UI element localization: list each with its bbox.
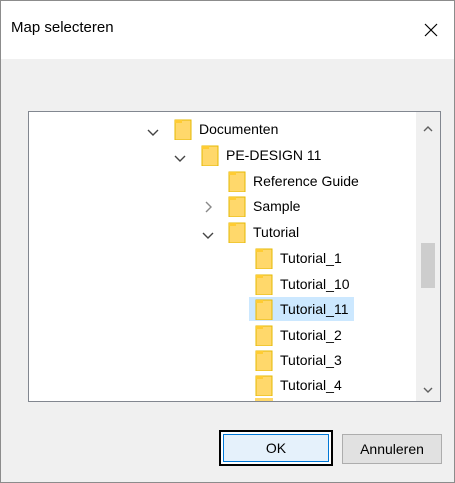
tree-node-label: Sample bbox=[253, 198, 301, 214]
cancel-button[interactable]: Annuleren bbox=[342, 434, 442, 464]
chevron-down-icon[interactable] bbox=[146, 126, 160, 140]
close-button[interactable] bbox=[408, 1, 454, 59]
tree-node-documenten[interactable]: Documenten bbox=[174, 117, 284, 141]
tree-node-tutorial-3[interactable]: Tutorial_3 bbox=[255, 348, 348, 372]
tree-node-label: Tutorial_4 bbox=[280, 377, 342, 393]
tree-node-label: Tutorial_10 bbox=[280, 276, 350, 292]
folder-icon bbox=[228, 196, 246, 217]
close-icon bbox=[424, 23, 438, 37]
chevron-right-icon[interactable] bbox=[202, 200, 216, 214]
tree-node-label: Tutorial_2 bbox=[280, 327, 342, 343]
ok-button-label: OK bbox=[265, 440, 287, 456]
tree-node-label: Tutorial_11 bbox=[280, 301, 349, 317]
tree-node-label: Tutorial bbox=[253, 224, 300, 240]
chevron-down-icon[interactable] bbox=[201, 229, 215, 243]
tree-node-label: Tutorial_3 bbox=[280, 352, 342, 368]
folder-icon bbox=[228, 171, 246, 192]
scroll-up-button[interactable] bbox=[416, 118, 440, 140]
folder-tree[interactable]: Documenten PE-DESIGN 11 Reference Guide bbox=[28, 111, 441, 402]
tree-node-label: Reference Guide bbox=[253, 173, 359, 189]
scroll-down-button[interactable] bbox=[416, 379, 440, 401]
folder-icon bbox=[255, 248, 273, 269]
tree-node-tutorial-2[interactable]: Tutorial_2 bbox=[255, 323, 348, 347]
title-bar: Map selecteren bbox=[1, 1, 454, 59]
folder-icon bbox=[255, 375, 273, 396]
tree-node-pe-design-11[interactable]: PE-DESIGN 11 bbox=[201, 143, 327, 167]
tree-node-label: PE-DESIGN 11 bbox=[226, 147, 322, 163]
folder-icon bbox=[201, 145, 219, 166]
folder-icon bbox=[255, 274, 273, 295]
tree-node-tutorial-10[interactable]: Tutorial_10 bbox=[255, 272, 356, 296]
ok-button[interactable]: OK bbox=[219, 430, 333, 466]
tree-node-tutorial-1[interactable]: Tutorial_1 bbox=[255, 246, 348, 270]
vertical-scrollbar[interactable] bbox=[416, 112, 440, 401]
folder-select-dialog: Map selecteren Documenten PE-DESIGN 11 R… bbox=[0, 0, 455, 483]
chevron-down-icon[interactable] bbox=[173, 152, 187, 166]
tree-node-label: Tutorial_1 bbox=[280, 250, 342, 266]
chevron-down-icon bbox=[423, 387, 433, 393]
scrollbar-thumb[interactable] bbox=[421, 243, 435, 288]
tree-node-reference-guide[interactable]: Reference Guide bbox=[228, 169, 365, 193]
chevron-up-icon bbox=[423, 126, 433, 132]
folder-icon bbox=[255, 350, 273, 371]
folder-icon bbox=[174, 119, 192, 140]
folder-tree-list: Documenten PE-DESIGN 11 Reference Guide bbox=[29, 112, 414, 401]
tree-node-label: Documenten bbox=[199, 121, 279, 137]
tree-node-tutorial-4[interactable]: Tutorial_4 bbox=[255, 373, 348, 397]
cancel-button-label: Annuleren bbox=[360, 441, 424, 457]
tree-node-sample[interactable]: Sample bbox=[228, 194, 306, 218]
dialog-title: Map selecteren bbox=[11, 19, 114, 36]
folder-icon bbox=[255, 299, 273, 320]
tree-node-tutorial-11[interactable]: Tutorial_11 bbox=[249, 297, 355, 321]
folder-icon bbox=[255, 398, 273, 401]
tree-node-tutorial[interactable]: Tutorial bbox=[228, 220, 305, 244]
folder-icon bbox=[255, 325, 273, 346]
folder-icon bbox=[228, 222, 246, 243]
